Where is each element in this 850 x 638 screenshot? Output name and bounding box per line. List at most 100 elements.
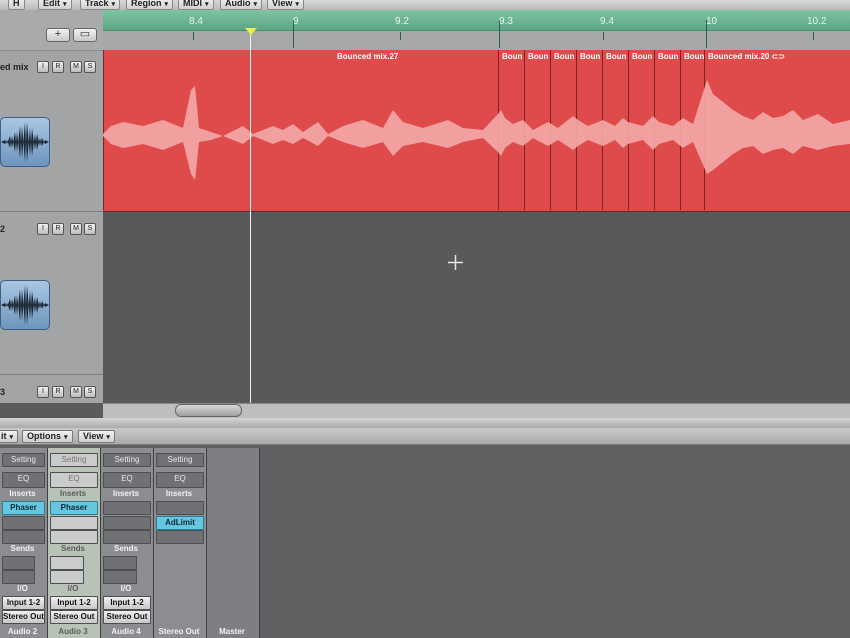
waveform-icon-graphic — [1, 285, 49, 325]
insert-slot-1[interactable] — [156, 501, 204, 515]
mute-button[interactable]: M — [70, 61, 82, 73]
send-slot-2[interactable] — [2, 570, 35, 584]
track-header-1[interactable]: ed mix I R M S — [0, 51, 103, 212]
menu-audio[interactable]: Audio ▾ — [220, 0, 263, 10]
menu-h-label: H — [13, 0, 20, 8]
sends-label: Sends — [60, 544, 85, 553]
solo-button[interactable]: S — [84, 223, 96, 235]
mixer-menu-view[interactable]: View ▾ — [78, 430, 115, 443]
record-enable-button[interactable]: R — [52, 386, 64, 398]
eq-display[interactable]: EQ — [103, 472, 151, 488]
menu-edit[interactable]: Edit ▾ — [38, 0, 72, 10]
chevron-down-icon: ▾ — [64, 434, 68, 441]
insert-slot-2[interactable] — [50, 516, 98, 530]
scrollbar-thumb[interactable] — [175, 404, 242, 417]
ruler-label: 10.2 — [807, 16, 827, 27]
ruler-tick — [603, 32, 604, 40]
input-slot[interactable]: Input 1-2 — [2, 596, 45, 610]
channel-strip-master[interactable]: Master — [207, 448, 260, 638]
sends-label: Sends — [10, 544, 35, 553]
mute-button[interactable]: M — [70, 386, 82, 398]
channel-strip-audio-4[interactable]: Setting EQ Inserts Sends I/O Input 1-2 S… — [101, 448, 154, 638]
mixer-menu-edit[interactable]: it ▾ — [0, 430, 19, 443]
menu-region-label: Region — [131, 0, 162, 8]
input-monitor-button[interactable]: I — [37, 61, 49, 73]
setting-button[interactable]: Setting — [103, 453, 151, 467]
menu-midi[interactable]: MIDI ▾ — [178, 0, 214, 10]
ruler-label: 9.4 — [600, 16, 614, 27]
ruler-ticks: 8.4 9 9.2 9.3 9.4 10 10.2 — [103, 10, 850, 50]
setting-button[interactable]: Setting — [2, 453, 45, 467]
menu-view[interactable]: View ▾ — [267, 0, 304, 10]
insert-slot-1[interactable] — [103, 501, 151, 515]
menu-track[interactable]: Track ▾ — [80, 0, 121, 10]
send-slot-2[interactable] — [103, 570, 137, 584]
insert-slot-3[interactable] — [50, 530, 98, 544]
playhead-line[interactable] — [250, 30, 251, 403]
eq-display[interactable]: EQ — [156, 472, 204, 488]
ruler-tick — [400, 32, 401, 40]
io-label: I/O — [67, 584, 79, 593]
track-folder-button[interactable]: ▭ — [73, 28, 97, 42]
channel-name[interactable]: Audio 3 — [48, 627, 98, 636]
menu-h[interactable]: H — [8, 0, 25, 10]
menu-region[interactable]: Region ▾ — [126, 0, 174, 10]
insert-slot-2[interactable]: AdLimit — [156, 516, 204, 530]
ruler-label: 9 — [293, 16, 299, 27]
mixer-divider[interactable] — [0, 418, 850, 428]
track-name: 2 — [0, 224, 6, 234]
output-slot[interactable]: Stereo Out — [103, 610, 151, 624]
inserts-label: Inserts — [59, 489, 87, 498]
menu-edit-label: Edit — [43, 0, 60, 8]
input-monitor-button[interactable]: I — [37, 223, 49, 235]
ruler-label: 9.3 — [499, 16, 513, 27]
send-slot-1[interactable] — [2, 556, 35, 570]
insert-slot-2[interactable] — [103, 516, 151, 530]
eq-display[interactable]: EQ — [50, 472, 98, 488]
insert-slot-1[interactable]: Phaser — [50, 501, 98, 515]
ruler-tick — [813, 32, 814, 40]
mute-button[interactable]: M — [70, 223, 82, 235]
channel-strip-audio-2[interactable]: Setting EQ Inserts Phaser Sends I/O Inpu… — [0, 448, 48, 638]
channel-name[interactable]: Master — [207, 627, 257, 636]
output-slot[interactable]: Stereo Out — [50, 610, 98, 624]
eq-display[interactable]: EQ — [2, 472, 45, 488]
send-slot-1[interactable] — [50, 556, 84, 570]
crosshair-cursor-icon — [448, 255, 463, 270]
inserts-label: Inserts — [165, 489, 193, 498]
plus-icon: + — [54, 28, 62, 40]
channel-name[interactable]: Stereo Out — [154, 627, 204, 636]
output-slot[interactable]: Stereo Out — [2, 610, 45, 624]
insert-slot-3[interactable] — [103, 530, 151, 544]
input-monitor-button[interactable]: I — [37, 386, 49, 398]
insert-slot-2[interactable] — [2, 516, 45, 530]
track-header-2[interactable]: 2 I R M S — [0, 212, 103, 375]
setting-button[interactable]: Setting — [50, 453, 98, 467]
solo-button[interactable]: S — [84, 61, 96, 73]
send-slot-2[interactable] — [50, 570, 84, 584]
channel-strip-stereo-out[interactable]: Setting EQ Inserts AdLimit Stereo Out — [154, 448, 207, 638]
mixer-menu-options[interactable]: Options ▾ — [22, 430, 73, 443]
channel-strip-audio-3[interactable]: Setting EQ Inserts Phaser Sends I/O Inpu… — [48, 448, 101, 638]
chevron-down-icon: ▾ — [253, 1, 258, 8]
setting-button[interactable]: Setting — [156, 453, 204, 467]
sends-label: Sends — [113, 544, 138, 553]
record-enable-button[interactable]: R — [52, 61, 64, 73]
input-slot[interactable]: Input 1-2 — [50, 596, 98, 610]
solo-button[interactable]: S — [84, 386, 96, 398]
record-enable-button[interactable]: R — [52, 223, 64, 235]
playhead-marker-icon[interactable] — [245, 28, 257, 35]
insert-slot-3[interactable] — [156, 530, 204, 544]
add-track-button[interactable]: + — [46, 28, 70, 42]
chevron-down-icon: ▾ — [205, 1, 209, 8]
channel-name[interactable]: Audio 4 — [101, 627, 151, 636]
input-slot[interactable]: Input 1-2 — [103, 596, 151, 610]
waveform-display — [103, 80, 850, 180]
insert-slot-1[interactable]: Phaser — [2, 501, 45, 515]
track-header-3[interactable]: 3 I R M S — [0, 375, 103, 403]
folder-icon: ▭ — [79, 28, 91, 40]
menu-track-label: Track — [85, 0, 109, 8]
channel-name[interactable]: Audio 2 — [0, 627, 45, 636]
send-slot-1[interactable] — [103, 556, 137, 570]
insert-slot-3[interactable] — [2, 530, 45, 544]
